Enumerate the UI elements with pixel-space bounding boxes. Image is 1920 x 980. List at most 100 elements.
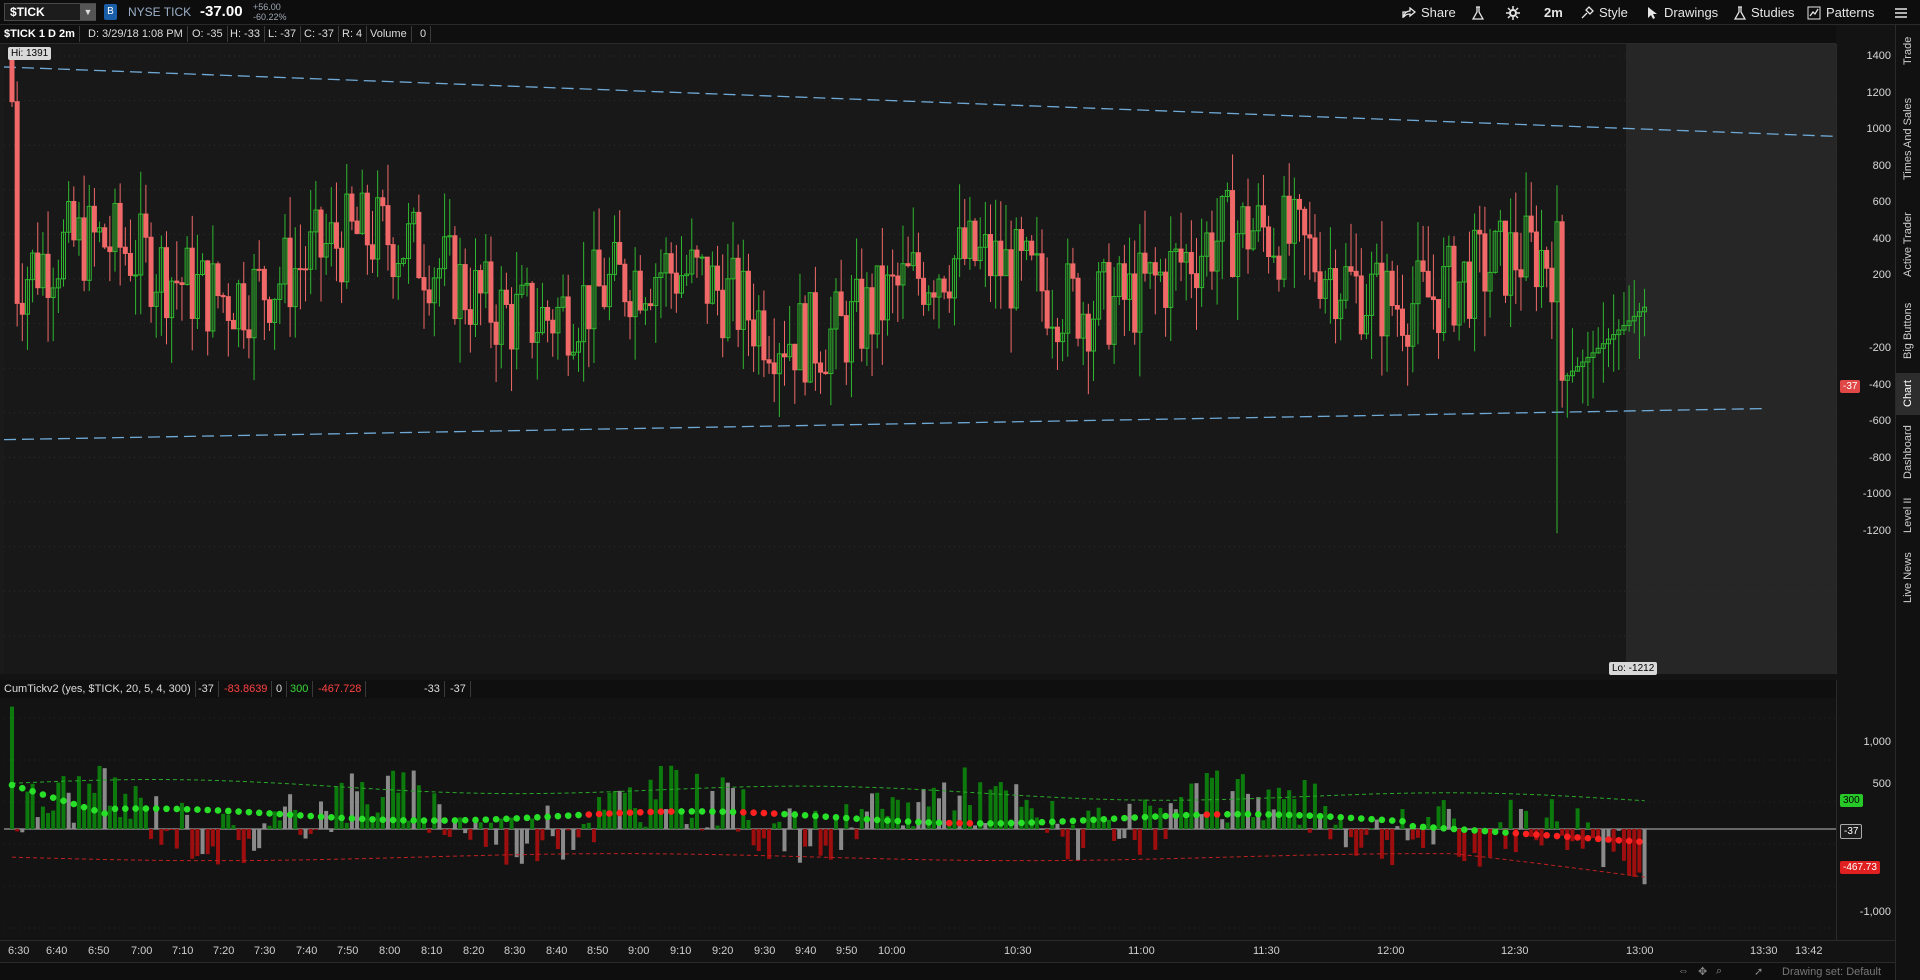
candle-body [71,200,77,241]
tick-bar [1333,824,1338,829]
cumtick-dot [1090,816,1097,824]
study-label[interactable]: CumTickv2 (yes, $TICK, 20, 5, 4, 300) [0,681,196,697]
time-axis-label: 9:50 [836,945,858,957]
symbol-dropdown-icon[interactable]: ▼ [80,4,96,20]
settings-button[interactable] [1502,2,1524,23]
cumtick-dot [1615,836,1623,844]
cumtick-dot [606,810,613,817]
price-axis-tick: -1000 [1862,488,1891,501]
price-axis-tick: 800 [1872,159,1891,172]
cumtick-dot [1079,817,1087,824]
lower-trendline[interactable] [3,407,1763,441]
tab-level-ii[interactable]: Level II [1896,489,1920,541]
gear-icon [1506,5,1520,20]
tick-bar [772,823,777,829]
cumtick-dot [80,803,88,811]
cumtick-dot [1162,812,1169,820]
candle-body [333,222,339,249]
tick-bar [1158,807,1163,829]
cumtick-dot [1491,828,1499,836]
patterns-button[interactable]: Patterns [1803,2,1878,23]
tick-bar [344,822,349,829]
tick-bar [267,825,272,829]
tick-bar [1204,773,1209,829]
cursor-icon [1648,6,1657,19]
tick-bar [102,768,107,829]
tab-dashboard[interactable]: Dashboard [1896,417,1920,487]
tick-bar [1199,814,1204,829]
percent-change: -60.22% [253,12,287,22]
drawing-cursor-icon[interactable]: ➚ [1754,965,1763,978]
candle-body [1044,290,1050,329]
tick-bar [272,811,277,829]
time-axis-label: 9:00 [628,945,650,957]
price-axis[interactable]: 1400 1200 1000 800 600 400 200 -200 -400 -600 -800… [1836,44,1895,674]
candle-body [1544,249,1550,269]
tick-bar [1112,829,1117,841]
tick-bar [1555,821,1559,829]
candle-body [545,307,551,321]
tick-bar [313,829,318,830]
tick-bar [442,829,447,835]
tick-bar [895,799,900,829]
style-button[interactable]: Style [1576,2,1632,23]
candle-body [143,213,149,238]
tab-active-trader[interactable]: Active Trader [1896,201,1920,289]
time-axis[interactable]: 6:30 6:40 6:50 7:00 7:10 7:20 7:30 7:40 7:50 8:00… [0,940,1895,962]
tick-bar [1544,817,1549,829]
tick-bar [499,818,504,829]
upper-trendline[interactable] [3,66,1836,138]
pan-icon[interactable]: ⇔ [1678,965,1689,977]
studies-label: Studies [1751,5,1795,20]
tab-live-news[interactable]: Live News [1896,543,1920,613]
tab-trade[interactable]: Trade [1896,25,1920,77]
last-price: -37.00 [200,3,243,20]
study-axis-tick: 1,000 [1863,736,1891,748]
drawing-set-label[interactable]: Drawing set: Default [1782,966,1881,978]
study-axis[interactable]: 1,000 500 -1,000 [1836,680,1895,940]
tick-bar [1168,803,1173,829]
tick-bar [1302,779,1307,829]
tick-bar [921,788,926,829]
cumtick-dot [1564,833,1571,841]
timeframe-button[interactable]: 2m [1540,2,1567,23]
candle-body [370,244,375,260]
candle-body [1503,220,1508,296]
cumtick-dot [915,818,922,826]
tab-times-and-sales[interactable]: Times And Sales [1896,79,1920,199]
zoom-icon[interactable]: ⌕ [1716,965,1722,978]
time-axis-label: 6:50 [88,945,110,957]
cumtick-dot [801,812,809,819]
tab-big-buttons[interactable]: Big Buttons [1896,291,1920,371]
tick-bar [1153,829,1158,850]
symbol-flag-badge[interactable]: B [104,4,117,20]
candle-body [946,291,952,299]
candles-layer [3,55,1836,637]
candle-body [637,270,643,311]
candle-body [1049,326,1055,329]
share-button[interactable]: Share [1398,2,1460,23]
tick-bar [993,786,998,829]
tick-bar [1261,820,1266,829]
time-axis-label: 8:50 [587,945,609,957]
cumtick-dot [369,816,376,823]
time-axis-label: 9:30 [754,945,776,957]
tick-bar [1312,783,1317,829]
drawings-button[interactable]: Drawings [1643,2,1722,23]
candle-body [509,303,515,350]
tick-bar [1230,791,1235,829]
tick-bar [447,829,452,837]
patterns-label: Patterns [1826,5,1875,20]
tick-bar [128,818,133,829]
tick-bar [1611,829,1616,852]
cumtick-dot [1038,818,1046,826]
cumtick-dot [389,816,397,824]
flask-button[interactable] [1468,2,1488,23]
tick-bar [1616,829,1621,831]
chart-title[interactable]: $TICK 1 D 2m [0,26,80,42]
tick-bar [1266,789,1271,829]
menu-button[interactable] [1890,2,1912,23]
move-icon[interactable]: ✥ [1698,965,1707,978]
tab-chart[interactable]: Chart [1896,373,1920,415]
studies-button[interactable]: Studies [1730,2,1798,23]
